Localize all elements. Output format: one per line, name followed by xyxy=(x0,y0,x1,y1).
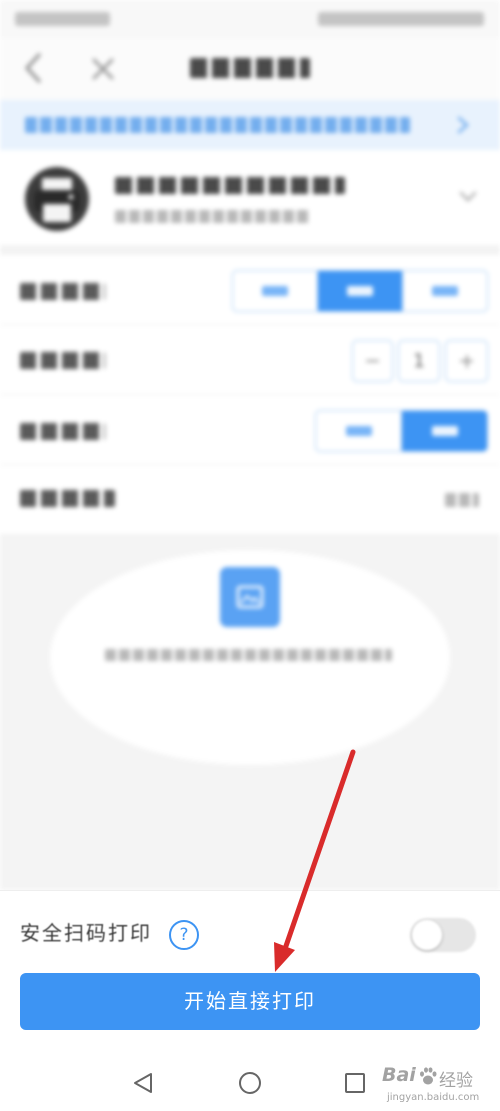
duplex-label xyxy=(20,423,105,440)
option-text xyxy=(432,286,458,296)
status-icons-right xyxy=(318,12,484,26)
duplex-selector xyxy=(315,410,488,452)
start-direct-print-button[interactable]: 开始直接打印 xyxy=(20,973,480,1030)
paw-icon xyxy=(420,1067,437,1085)
preview-hint-text xyxy=(105,649,392,661)
copies-input[interactable]: 1 xyxy=(398,340,440,382)
help-glyph: ? xyxy=(179,925,189,945)
paper-size-option[interactable] xyxy=(317,271,402,311)
copies-value: 1 xyxy=(412,350,426,372)
color-mode-label xyxy=(20,490,115,507)
option-text xyxy=(347,286,373,296)
status-icons-left xyxy=(15,12,110,26)
chevron-right-icon xyxy=(457,116,469,134)
printer-model xyxy=(115,210,310,223)
safe-scan-toggle[interactable] xyxy=(410,918,476,952)
status-bar xyxy=(0,0,500,38)
triangle-back-icon[interactable] xyxy=(131,1071,155,1095)
paper-size-selector xyxy=(232,270,488,312)
watermark-brand: Bai xyxy=(382,1064,416,1086)
plus-icon-v xyxy=(465,354,468,368)
banner-text xyxy=(25,117,410,133)
duplex-option[interactable] xyxy=(316,411,401,451)
duplex-option[interactable] xyxy=(401,411,487,451)
circle-home-icon[interactable] xyxy=(239,1072,261,1094)
page-title xyxy=(190,58,310,78)
watermark-url: jingyan.baidu.com xyxy=(387,1092,480,1103)
image-icon xyxy=(236,585,264,609)
question-circle-icon[interactable]: ? xyxy=(169,920,199,950)
section-divider xyxy=(0,245,500,255)
minus-button[interactable] xyxy=(352,340,393,382)
paper-size-option[interactable] xyxy=(233,271,317,311)
watermark-suffix: 经验 xyxy=(439,1071,473,1091)
notice-banner[interactable] xyxy=(0,100,500,150)
document-preview-area xyxy=(0,535,500,890)
paper-size-label xyxy=(20,283,105,300)
color-mode-value xyxy=(445,493,479,507)
printer-card[interactable] xyxy=(0,150,500,245)
color-mode-row[interactable] xyxy=(0,465,500,535)
safe-scan-print-label: 安全扫码打印 xyxy=(20,921,152,945)
chevron-down-icon[interactable] xyxy=(459,191,477,203)
option-text xyxy=(345,426,372,436)
paper-size-option[interactable] xyxy=(402,271,487,311)
square-recents-icon[interactable] xyxy=(345,1073,365,1093)
blurred-settings-area: 1 xyxy=(0,0,500,890)
page-header xyxy=(0,38,500,100)
copies-label xyxy=(20,352,105,369)
toggle-knob xyxy=(412,920,442,950)
chevron-left-icon[interactable] xyxy=(22,52,44,84)
close-icon[interactable] xyxy=(91,57,115,81)
minus-icon xyxy=(366,360,379,362)
printer-icon xyxy=(25,167,89,231)
printer-name xyxy=(115,177,345,194)
option-text xyxy=(431,426,458,436)
option-text xyxy=(262,286,288,296)
plus-button[interactable] xyxy=(445,340,488,382)
add-file-button[interactable] xyxy=(220,567,280,627)
